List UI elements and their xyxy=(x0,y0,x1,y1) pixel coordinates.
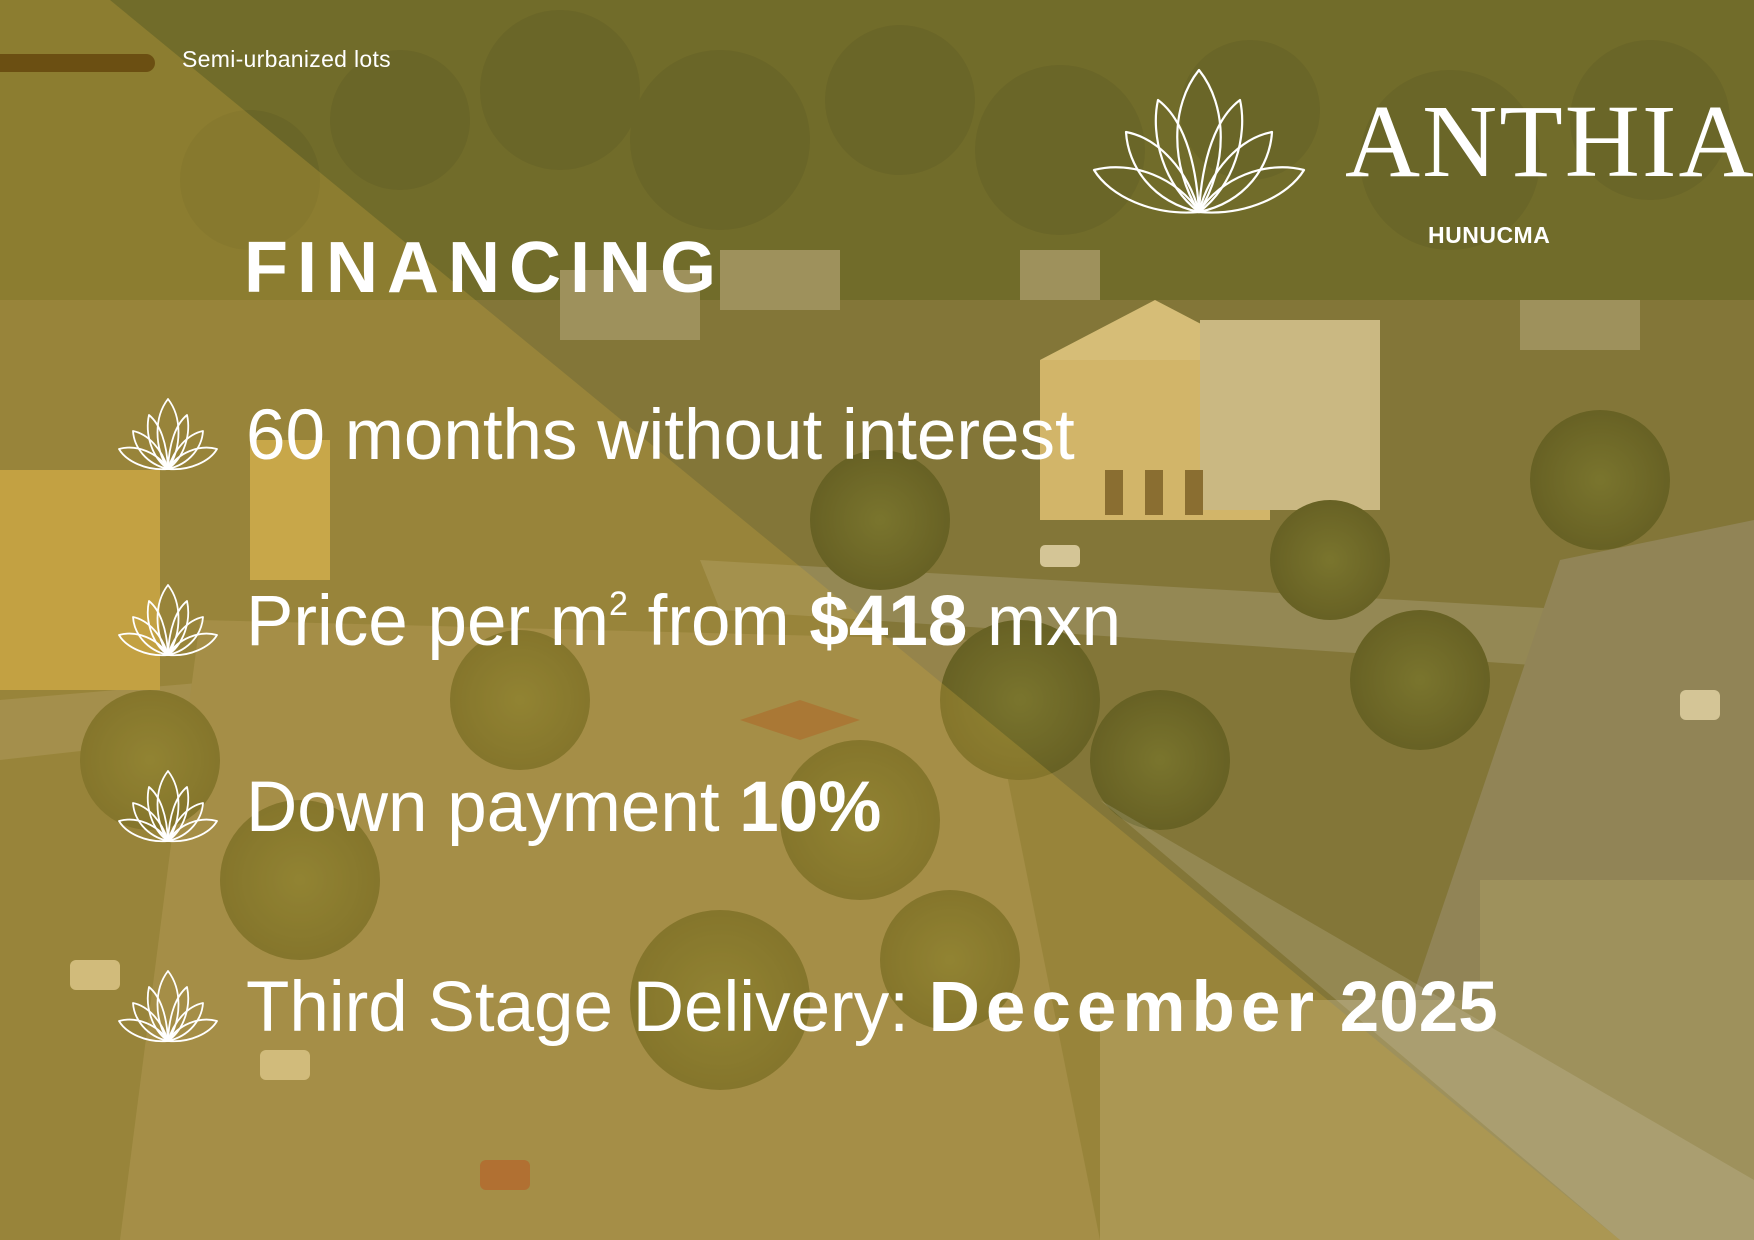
lotus-icon xyxy=(118,770,218,843)
delivery-month: December xyxy=(928,967,1321,1047)
lotus-icon xyxy=(118,398,218,471)
delivery-text: Third Stage Delivery: December 2025 xyxy=(246,972,1498,1043)
price-currency: mxn xyxy=(967,581,1122,661)
price-unit-exponent: 2 xyxy=(608,584,628,623)
lotus-icon xyxy=(118,970,218,1043)
list-item: 60 months without interest xyxy=(118,390,1075,480)
financing-slide: Semi-urbanized lots ANTHIA HUNUCMA FINAN… xyxy=(0,0,1754,1240)
list-item: Down payment 10% xyxy=(118,762,881,852)
accent-bar xyxy=(0,54,155,72)
list-item: Third Stage Delivery: December 2025 xyxy=(118,962,1498,1052)
page-title: FINANCING xyxy=(244,228,725,308)
delivery-label: Third Stage Delivery: xyxy=(246,967,929,1047)
price-from: from xyxy=(627,581,810,661)
tagline: Semi-urbanized lots xyxy=(182,46,391,72)
brand-wordmark: ANTHIA xyxy=(1345,84,1754,199)
lotus-icon xyxy=(118,584,218,657)
price-label: Price per m xyxy=(246,581,609,661)
price-text: Price per m2 from $418 mxn xyxy=(246,586,1121,657)
down-payment-value: 10% xyxy=(739,767,882,847)
lotus-icon xyxy=(1092,68,1306,214)
down-payment-label: Down payment xyxy=(246,767,740,847)
financing-term-text: 60 months without interest xyxy=(246,395,1075,475)
list-item: Price per m2 from $418 mxn xyxy=(118,576,1121,666)
price-value: $418 xyxy=(809,581,968,661)
down-payment-text: Down payment 10% xyxy=(246,772,881,843)
delivery-year: 2025 xyxy=(1320,967,1498,1047)
brand-location: HUNUCMA xyxy=(1428,222,1551,248)
